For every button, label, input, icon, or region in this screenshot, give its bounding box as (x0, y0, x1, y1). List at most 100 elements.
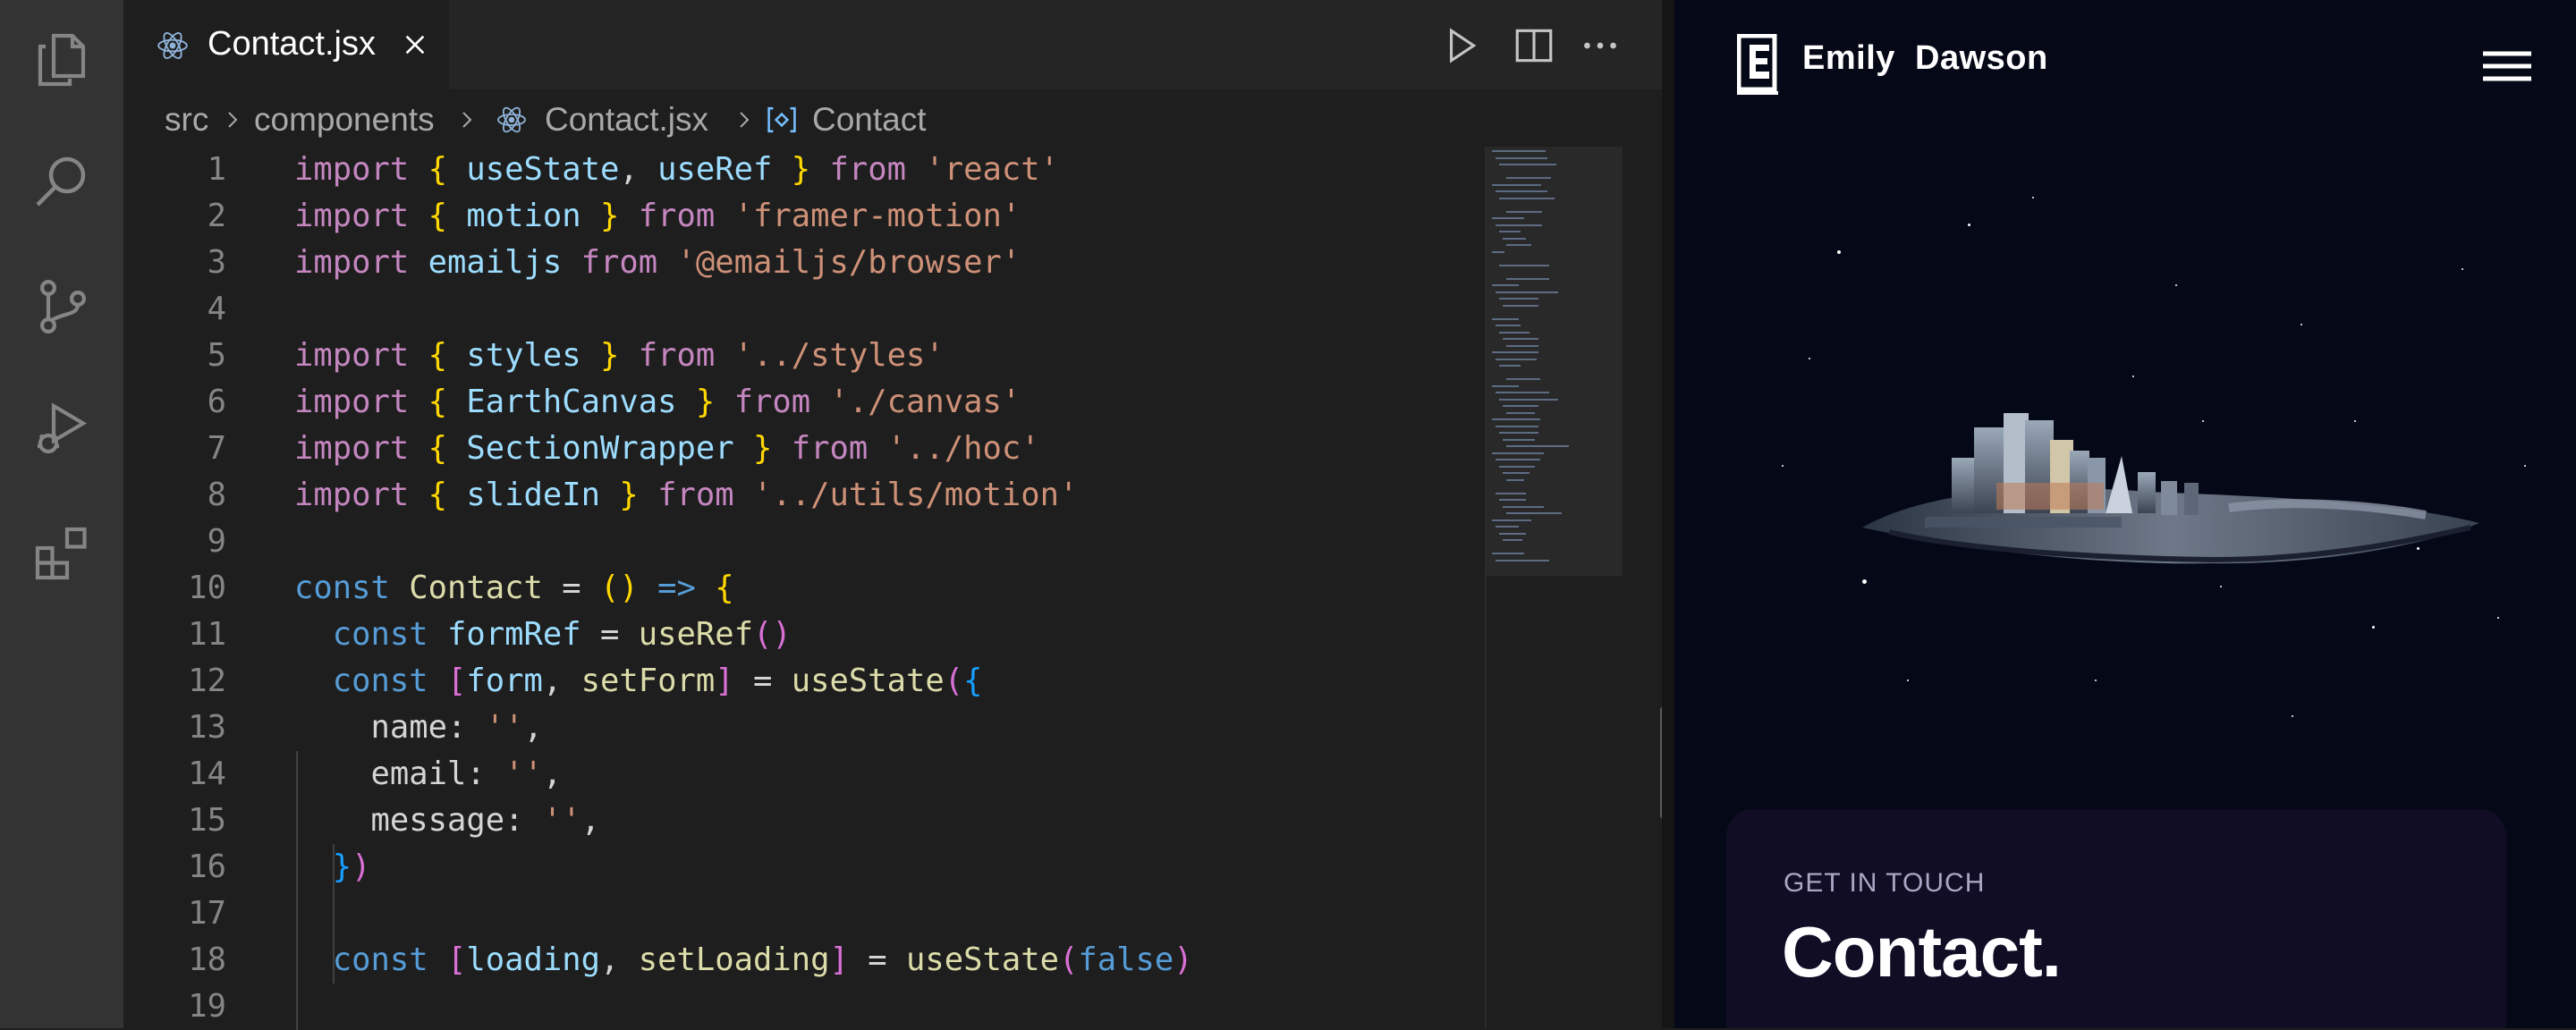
star (2372, 626, 2375, 629)
breadcrumb-file[interactable]: Contact.jsx (545, 93, 708, 147)
chevron-right-icon (228, 112, 238, 128)
token: } (600, 337, 620, 374)
line-number: 11 (188, 616, 226, 653)
react-file-icon (157, 31, 188, 60)
code-line: 11 const formRef = useRef() (123, 612, 1483, 658)
run-icon[interactable] (1438, 23, 1483, 68)
split-divider[interactable] (1662, 0, 1674, 1028)
token: } (791, 151, 811, 188)
activity-bar (0, 0, 123, 1028)
token: , (542, 663, 563, 699)
token: '@emailjs/browser' (676, 244, 1021, 281)
token: name: (370, 709, 467, 746)
minimap-line (1496, 526, 1519, 528)
token: [ (447, 941, 467, 978)
token: from (791, 430, 869, 467)
line-number: 7 (207, 430, 226, 467)
token: import (294, 477, 410, 513)
minimap-line (1496, 459, 1540, 460)
line-number: 17 (188, 895, 226, 932)
code-line: 18 const [loading, setLoading] = useStat… (123, 937, 1483, 984)
minimap-line (1503, 237, 1526, 240)
minimap-line (1506, 445, 1569, 447)
token: setLoading (638, 941, 830, 978)
tab-contact-jsx[interactable]: Contact.jsx (123, 0, 449, 89)
minimap-line (1499, 231, 1521, 232)
token: => (638, 570, 716, 606)
more-actions-icon[interactable] (1578, 23, 1623, 68)
token: ) (619, 570, 639, 606)
token: } (332, 848, 352, 885)
explorer-icon[interactable] (27, 25, 97, 95)
code-line: 13 name: '', (123, 705, 1483, 751)
code-line: 9 (123, 519, 1483, 565)
minimap-line (1506, 344, 1538, 347)
token: , (542, 756, 563, 792)
token: , (580, 802, 600, 839)
code-line: 4 (123, 286, 1483, 333)
search-icon[interactable] (27, 148, 97, 218)
line-number: 5 (207, 337, 226, 374)
line-number: 4 (207, 291, 226, 327)
hamburger-menu-icon[interactable] (2481, 50, 2533, 82)
token: import (294, 337, 410, 374)
minimap[interactable] (1485, 147, 1623, 1028)
token: message: (370, 802, 524, 839)
token: } (752, 430, 773, 467)
token: const (332, 663, 428, 699)
token: ) (352, 848, 371, 885)
token: useState (905, 941, 1059, 978)
logo-icon[interactable] (1737, 34, 1780, 97)
token: slideIn (466, 477, 600, 513)
line-number: 8 (207, 477, 226, 513)
token: '' (504, 756, 543, 792)
run-debug-icon[interactable] (27, 395, 97, 465)
line-number: 10 (188, 570, 226, 606)
code-line: 16 }) (123, 844, 1483, 891)
code-line: 6 import { EarthCanvas } from './canvas' (123, 379, 1483, 426)
token: './canvas' (829, 384, 1021, 420)
token: = (848, 941, 906, 978)
token: '../styles' (733, 337, 945, 374)
star (1782, 465, 1784, 467)
breadcrumb-src[interactable]: src (165, 93, 208, 147)
token: { (428, 198, 447, 234)
breadcrumb-symbol[interactable]: Contact (812, 93, 927, 147)
token: 'react' (925, 151, 1059, 188)
token: '' (542, 802, 581, 839)
minimap-line (1499, 432, 1538, 434)
code-line: 19 (123, 984, 1483, 1030)
code-line: 12 const [form, setForm] = useState({ (123, 658, 1483, 705)
line-number: 1 (207, 151, 226, 188)
token: SectionWrapper (466, 430, 734, 467)
token: { (428, 477, 447, 513)
close-icon[interactable] (401, 30, 429, 59)
site-name[interactable]: Emily Dawson (1802, 39, 2048, 78)
line-number: 3 (207, 244, 226, 281)
code-editor[interactable]: 1 import { useState, useRef } from 'reac… (123, 147, 1483, 1030)
star (2497, 617, 2499, 619)
split-editor-icon[interactable] (1512, 23, 1556, 68)
token: false (1078, 941, 1174, 978)
token: '../hoc' (886, 430, 1040, 467)
extensions-icon[interactable] (27, 519, 97, 588)
token: email: (370, 756, 486, 792)
token: } (619, 477, 639, 513)
token: ) (1174, 941, 1193, 978)
token: from (829, 151, 906, 188)
token: from (638, 337, 716, 374)
token: } (695, 384, 716, 420)
minimap-line (1506, 244, 1531, 246)
breadcrumb-components[interactable]: components (254, 93, 435, 147)
code-line: 1 import { useState, useRef } from 'reac… (123, 147, 1483, 193)
minimap-line (1492, 250, 1504, 253)
source-control-icon[interactable] (27, 272, 97, 342)
minimap-line (1506, 378, 1540, 380)
minimap-line (1499, 532, 1526, 535)
token: ( (1058, 941, 1079, 978)
code-line: 3 import emailjs from '@emailjs/browser' (123, 240, 1483, 286)
code-line: 8 import { slideIn } from '../utils/moti… (123, 472, 1483, 519)
line-number: 9 (207, 523, 226, 560)
token: ( (944, 663, 964, 699)
code-line: 17 (123, 891, 1483, 937)
